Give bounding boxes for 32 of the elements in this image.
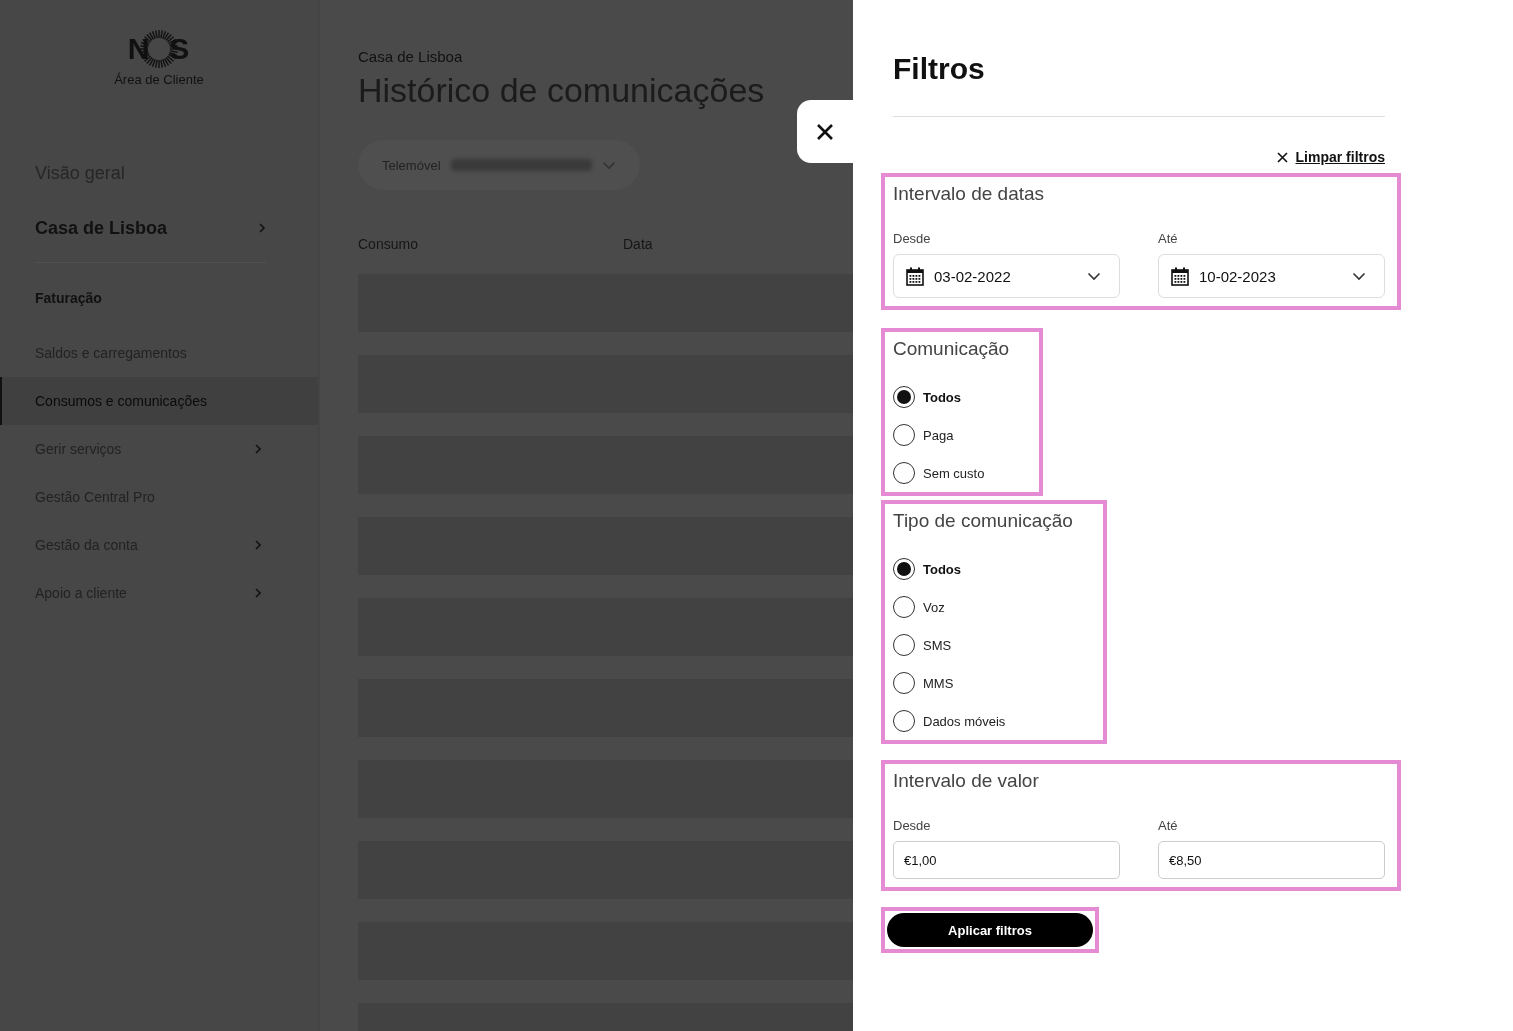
- chevron-down-icon: [1352, 271, 1366, 281]
- radio-label: Todos: [923, 389, 962, 405]
- radio-label: Dados móveis: [923, 713, 1006, 729]
- calendar-icon: [906, 266, 924, 286]
- panel-title: Filtros: [893, 52, 986, 86]
- value-input[interactable]: €1,00: [893, 841, 1120, 879]
- section-title: Intervalo de valor: [893, 770, 1040, 792]
- section-title: Comunicação: [893, 338, 1010, 360]
- close-icon: [1276, 151, 1288, 163]
- calendar-icon: [1171, 266, 1189, 286]
- field-label: Até: [1158, 818, 1179, 833]
- chevron-down-icon: [602, 160, 616, 170]
- field-label: Até: [1158, 231, 1179, 246]
- value-input[interactable]: €8,50: [1158, 841, 1385, 879]
- radio-label: Voz: [923, 599, 945, 615]
- section-title: Tipo de comunicação: [893, 510, 1073, 532]
- breadcrumb: Casa de Lisboa: [358, 48, 464, 65]
- date-picker[interactable]: 10-02-2023: [1158, 254, 1385, 298]
- radio-label: Paga: [923, 427, 954, 443]
- apply-button[interactable]: Aplicar filtros: [887, 913, 1093, 947]
- close-button[interactable]: [797, 100, 853, 163]
- section-title: Intervalo de datas: [893, 183, 1046, 205]
- radio-label: MMS: [923, 675, 954, 691]
- radio-label: Todos: [923, 561, 962, 577]
- clear-filters-link[interactable]: Limpar filtros: [1276, 149, 1385, 165]
- radio-label: SMS: [923, 637, 952, 653]
- field-label: Desde: [893, 818, 932, 833]
- close-icon: [815, 121, 835, 142]
- chevron-down-icon: [1087, 271, 1101, 281]
- field-label: Desde: [893, 231, 932, 246]
- date-picker[interactable]: 03-02-2022: [893, 254, 1120, 298]
- radio-label: Sem custo: [923, 465, 985, 481]
